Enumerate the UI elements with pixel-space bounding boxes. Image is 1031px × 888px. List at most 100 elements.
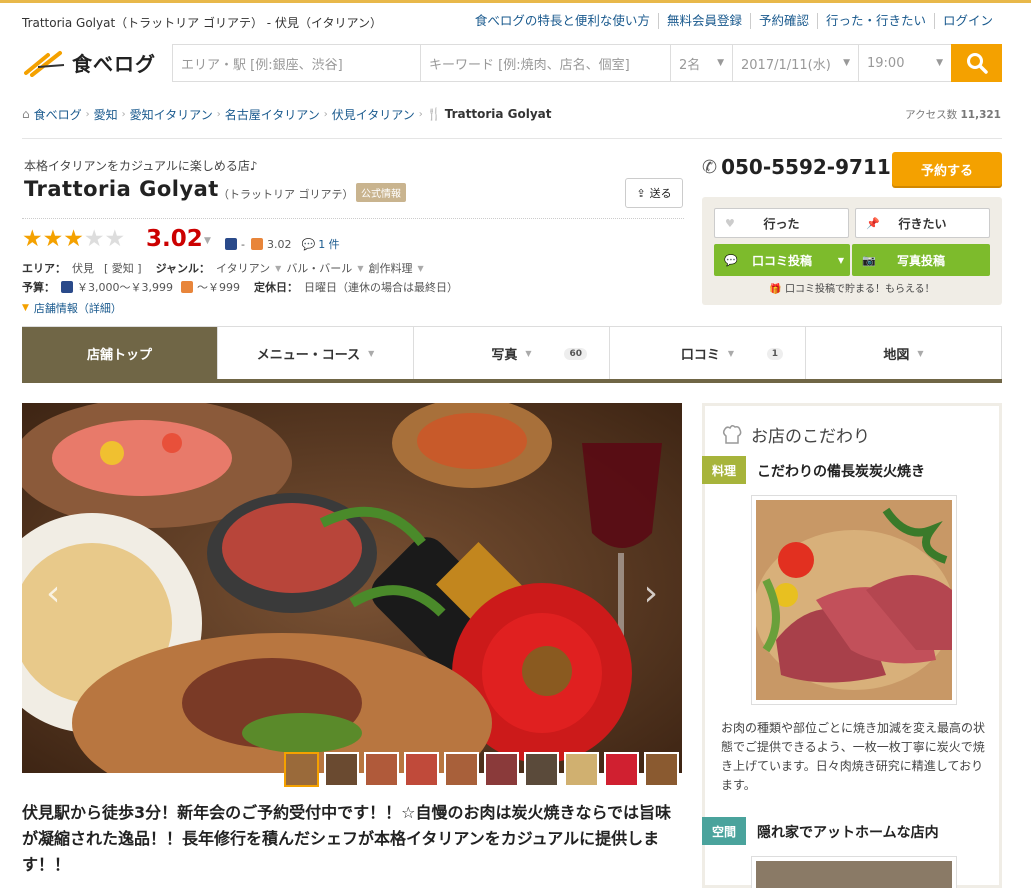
promo-label: 口コミ投稿で貯まる！もらえる！ [784, 284, 935, 295]
tabelog-logo[interactable]: 食べログ [24, 48, 156, 77]
steak-photo-image [754, 500, 954, 700]
thumbnail[interactable] [564, 752, 599, 787]
chevron-down-icon[interactable]: ▼ [204, 236, 211, 246]
action-box: ♥ 行った 📌 行きたい 💬 口コミ投稿 ▼ 📷 写真投稿 🎁 口コミ投稿で貯まる！もらえ… [702, 197, 1002, 305]
thumbnail[interactable] [284, 752, 319, 787]
area-station[interactable]: 伏見 [72, 260, 94, 276]
thumbnail[interactable] [644, 752, 679, 787]
chevron-down-icon: ▼ [22, 303, 29, 313]
tab-menu[interactable]: メニュー・コース ▼ [218, 327, 414, 380]
review-post-button[interactable]: 💬 口コミ投稿 ▼ [714, 244, 850, 276]
thumbnail[interactable] [404, 752, 439, 787]
page-header-title: Trattoria Golyat（トラットリア ゴリアテ） - 伏見（イタリアン… [22, 16, 382, 30]
tab-underline [22, 379, 1002, 383]
chevron-down-icon: ▼ [717, 58, 724, 68]
main-food-photo[interactable]: ‹ › [22, 403, 682, 773]
link-reservation-check[interactable]: 予約確認 [749, 13, 817, 29]
phone-number: ✆ 050-5592-9711 [702, 155, 891, 179]
tab-top[interactable]: 店舗トップ [22, 327, 218, 380]
chevron-down-icon: ▼ [357, 263, 364, 273]
chevron-right-icon: › [85, 108, 90, 120]
category-label: 空間 [702, 817, 746, 845]
link-went-want[interactable]: 行った・行きたい [816, 13, 934, 29]
tab-map[interactable]: 地図 ▼ [806, 327, 1002, 380]
time-value: 19:00 [867, 55, 905, 71]
photo-post-button[interactable]: 📷 写真投稿 [852, 244, 990, 276]
keyword-input[interactable]: キーワード [例:焼肉、店名、個室] [421, 45, 671, 81]
comment-icon: 💬 [301, 237, 316, 251]
kodawari-description: お肉の種類や部位ごとに焼き加減を変え最高の状態でご提供できるよう、一枚一枚丁寧に… [721, 721, 986, 792]
home-icon: ⌂ [22, 107, 30, 121]
dinner-icon [61, 281, 73, 293]
search-button[interactable] [951, 44, 1002, 82]
people-select[interactable]: 2名 ▼ [671, 45, 733, 81]
genre-item[interactable]: バル・バール [286, 260, 352, 276]
kodawari-heading[interactable]: こだわりの備長炭炭火焼き [757, 461, 925, 481]
phone-icon: ✆ [702, 156, 718, 178]
tab-photos[interactable]: 写真 ▼ 60 [414, 327, 610, 380]
breadcrumb-item[interactable]: 食べログ [34, 106, 82, 123]
genre-item[interactable]: 創作料理 [368, 260, 412, 276]
thumbnail[interactable] [364, 752, 399, 787]
genre-item[interactable]: イタリアン [216, 260, 270, 276]
food-photo-image [22, 403, 682, 773]
thumbnail[interactable] [324, 752, 359, 787]
link-login[interactable]: ログイン [933, 13, 1001, 29]
chopsticks-logo-icon [24, 50, 65, 77]
area-input[interactable]: エリア・駅 [例:銀座、渋谷] [173, 45, 421, 81]
category-label: 料理 [702, 456, 746, 484]
shop-tabs: 店舗トップ メニュー・コース ▼ 写真 ▼ 60 口コミ ▼ 1 地図 ▼ [22, 326, 1002, 382]
breadcrumb-item[interactable]: 愛知イタリアン [130, 106, 213, 123]
access-count: アクセス数 11,321 [905, 107, 1001, 122]
prev-arrow-icon[interactable]: ‹ [46, 573, 60, 614]
sub-scores: - 3.02 💬 1 件 [225, 236, 340, 252]
thumbnail[interactable] [524, 752, 559, 787]
tab-label: 写真 [491, 348, 518, 363]
went-button[interactable]: ♥ 行った [714, 208, 849, 238]
send-button[interactable]: ⇪ 送る [625, 178, 683, 208]
breadcrumb-item[interactable]: 愛知 [94, 106, 118, 123]
shop-info-link[interactable]: 店舗情報（詳細） [34, 300, 122, 316]
kodawari-photo[interactable] [751, 495, 957, 705]
camera-icon: 📷 [862, 253, 876, 267]
want-button[interactable]: 📌 行きたい [855, 208, 990, 238]
top-nav-links: 食べログの特長と便利な使い方 無料会員登録 予約確認 行った・行きたい ログイン [467, 13, 1001, 29]
area-label: エリア： [22, 262, 66, 275]
star-icon: ★ [42, 226, 64, 252]
top-accent-line [0, 0, 1031, 3]
budget-label: 予算： [22, 281, 55, 294]
thumbnail[interactable] [604, 752, 639, 787]
chevron-down-icon: ▼ [417, 263, 424, 273]
chevron-down-icon: ▼ [275, 263, 282, 273]
date-select[interactable]: 2017/1/11(水) ▼ [733, 45, 859, 81]
reserve-button[interactable]: 予約する [892, 152, 1002, 186]
breadcrumb-item[interactable]: 名古屋イタリアン [225, 106, 320, 123]
next-arrow-icon[interactable]: › [644, 573, 658, 614]
shop-name: Trattoria Golyat [24, 177, 219, 201]
star-icon: ★ [63, 226, 84, 252]
shop-catchphrase: 本格イタリアンをカジュアルに楽しめる店♪ [24, 159, 258, 173]
review-count-link[interactable]: 1 件 [318, 236, 340, 252]
heart-icon: ♥ [725, 216, 735, 230]
budget-lunch: ～￥999 [196, 281, 240, 294]
gift-icon: 🎁 [769, 284, 782, 295]
link-register[interactable]: 無料会員登録 [657, 13, 750, 29]
breadcrumb-item[interactable]: 伏見イタリアン [332, 106, 415, 123]
link-features[interactable]: 食べログの特長と便利な使い方 [467, 13, 658, 29]
tab-label: 店舗トップ [86, 348, 152, 363]
chevron-down-icon: ▼ [936, 58, 943, 68]
tab-count: 1 [766, 347, 783, 360]
kodawari-heading[interactable]: 隠れ家でアットホームな店内 [757, 822, 939, 842]
thumbnail[interactable] [484, 752, 519, 787]
tab-reviews[interactable]: 口コミ ▼ 1 [610, 327, 806, 380]
official-info-badge[interactable]: 公式情報 [356, 183, 406, 202]
time-select[interactable]: 19:00 ▼ [859, 45, 951, 81]
budget-dinner: ￥3,000～￥3,999 [77, 281, 173, 294]
promo-text[interactable]: 🎁 口コミ投稿で貯まる！もらえる！ [702, 280, 1002, 295]
kodawari-photo[interactable] [751, 856, 957, 888]
shop-headline: 伏見駅から徒歩3分！新年会のご予約受付中です！！☆自慢のお肉は炭火焼きならでは旨… [22, 803, 671, 874]
rating-score: 3.02 [146, 226, 203, 252]
area-pref[interactable]: [ 愛知 ] [104, 260, 142, 276]
thumbnail[interactable] [444, 752, 479, 787]
chevron-down-icon: ▼ [525, 349, 532, 358]
